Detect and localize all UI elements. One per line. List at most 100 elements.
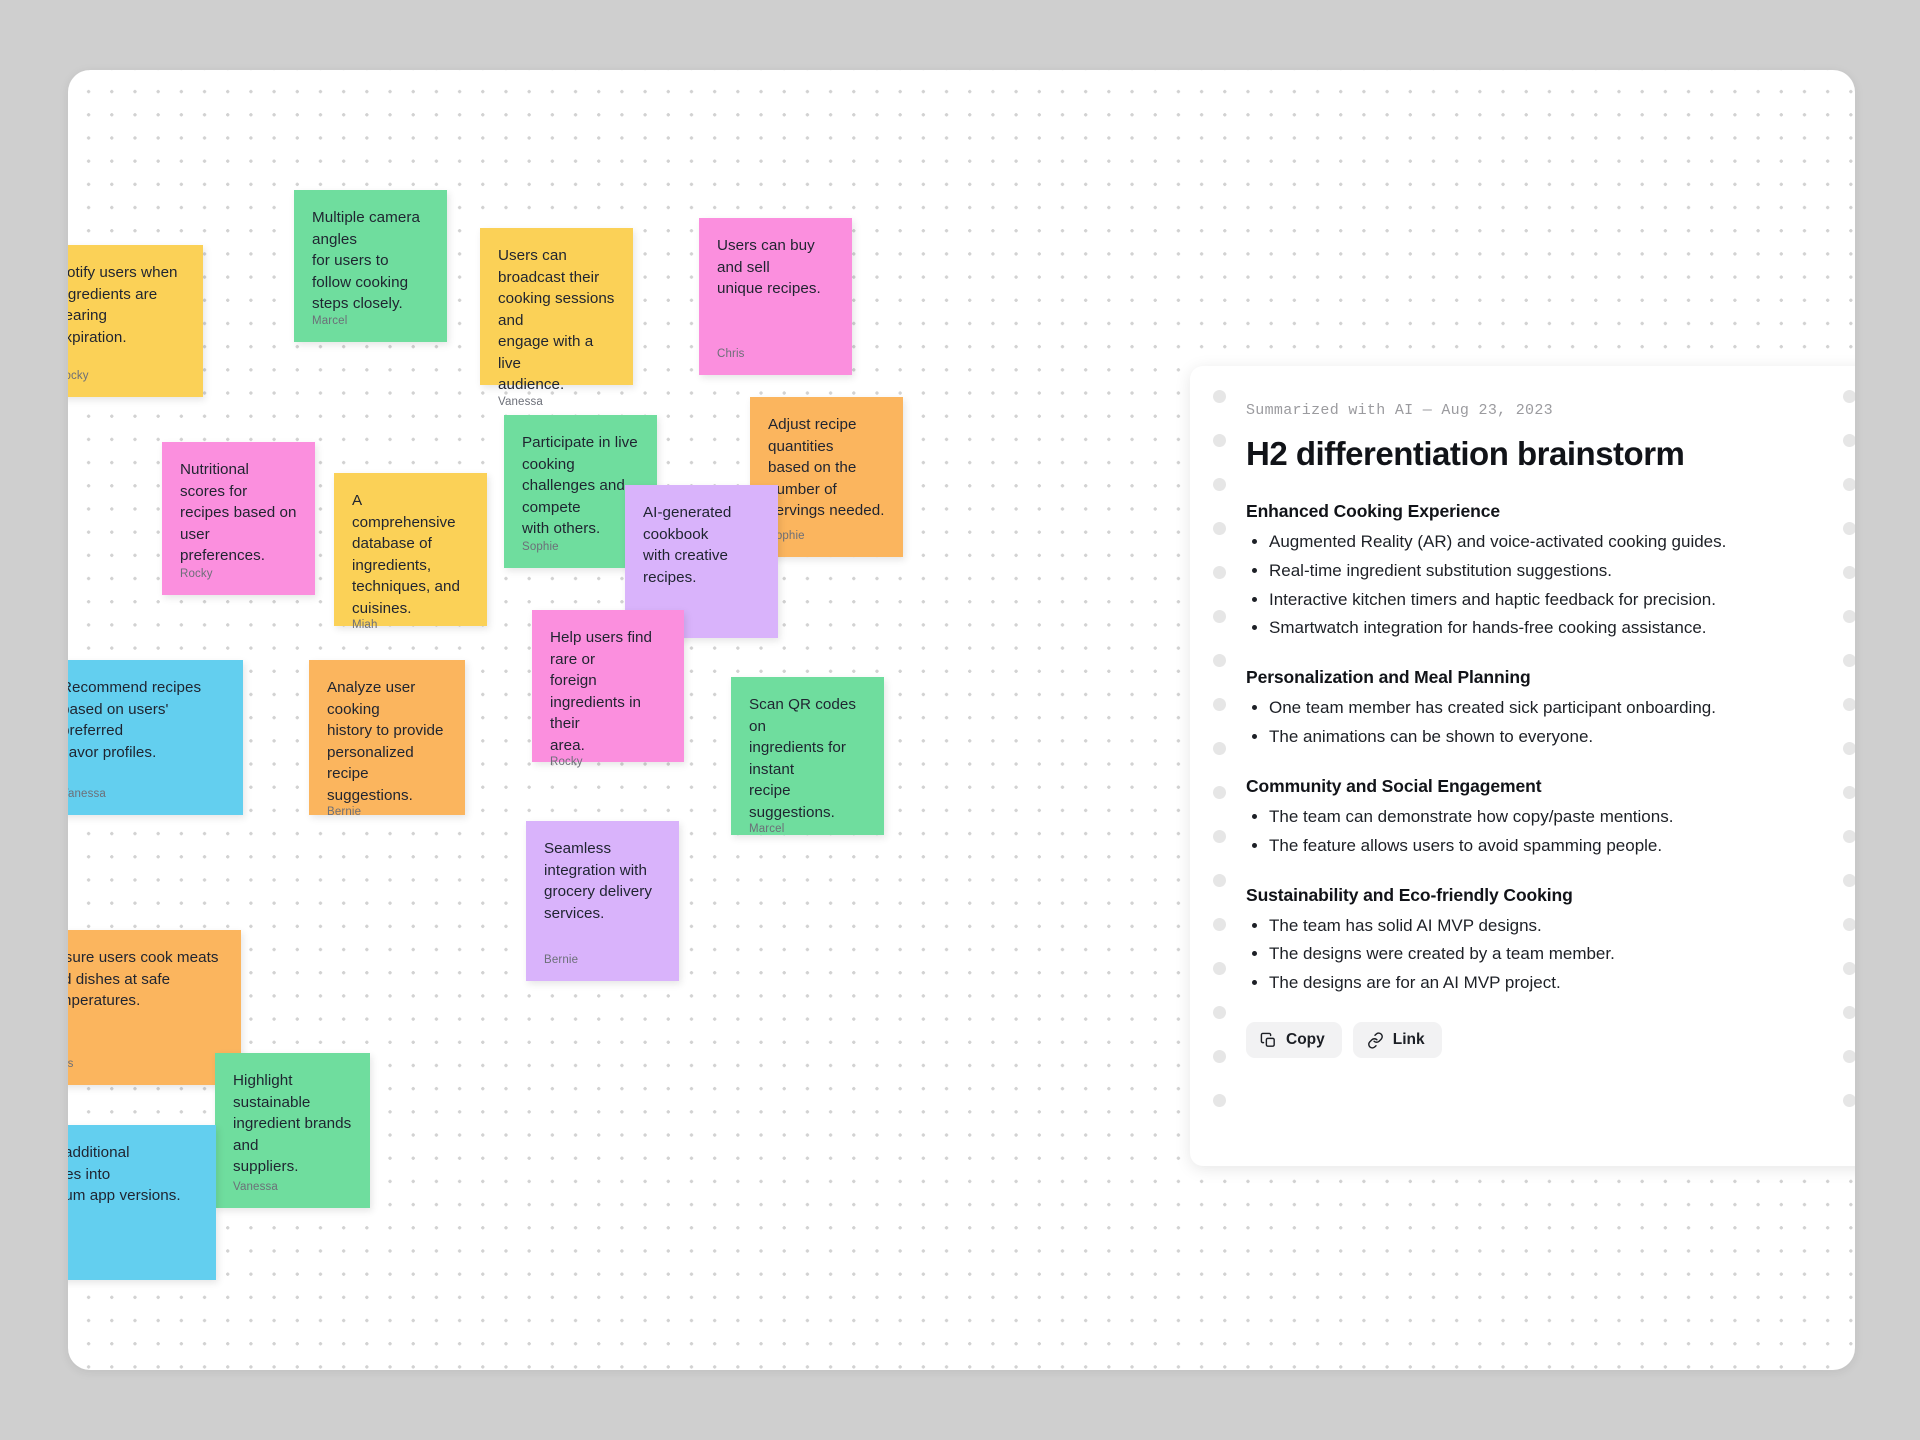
sticky-note-author: Vanessa <box>68 788 106 800</box>
punch-hole-icon <box>1842 654 1855 667</box>
punch-hole-icon <box>1842 478 1855 491</box>
panel-left-hole-column <box>1212 366 1226 1166</box>
summary-section-list: The team can demonstrate how copy/paste … <box>1246 804 1822 859</box>
sticky-note-text: Notify users when ingredients are nearin… <box>68 264 178 346</box>
copy-button[interactable]: Copy <box>1246 1022 1342 1059</box>
summary-list-item: One team member has created sick partici… <box>1269 695 1822 721</box>
panel-right-hole-column <box>1842 366 1855 1166</box>
summary-list-item: The designs were created by a team membe… <box>1269 941 1822 967</box>
summary-section-heading: Enhanced Cooking Experience <box>1246 501 1501 521</box>
sticky-note[interactable]: Notify users when ingredients are nearin… <box>68 245 203 397</box>
link-button[interactable]: Link <box>1352 1022 1442 1059</box>
sticky-note-text: Recommend recipes based on users' prefer… <box>68 679 202 761</box>
summary-list-item: The designs are for an AI MVP project. <box>1269 970 1822 996</box>
sticky-note-author <box>68 1265 198 1280</box>
sticky-note-text: Ensure users cook meats and dishes at sa… <box>68 949 219 1010</box>
punch-hole-icon <box>1842 918 1855 931</box>
sticky-note[interactable]: Highlight sustainable ingredient brands … <box>215 1053 370 1208</box>
summary-section-list: One team member has created sick partici… <box>1246 695 1822 750</box>
sticky-note-text: A comprehensive database of ingredients,… <box>352 492 460 617</box>
sticky-note[interactable]: Seamless integration with grocery delive… <box>526 821 679 981</box>
sticky-note[interactable]: Analyze user cooking history to provide … <box>309 660 465 818</box>
punch-hole-icon <box>1212 962 1226 975</box>
sticky-note-author: Miah <box>352 619 378 632</box>
action-button-label: Copy <box>1286 1031 1325 1049</box>
punch-hole-icon <box>1212 1006 1226 1019</box>
sticky-note[interactable]: Help users find rare or foreign ingredie… <box>532 610 684 768</box>
punch-hole-icon <box>1842 522 1855 535</box>
summary-list-item: The animations can be shown to everyone. <box>1269 724 1822 750</box>
sticky-note-text: Users can broadcast their cooking sessio… <box>498 247 615 394</box>
sticky-note-text: Offer additional features into premium a… <box>68 1144 181 1205</box>
summary-list-item: Interactive kitchen timers and haptic fe… <box>1269 587 1822 613</box>
sticky-note-text: Adjust recipe quantities based on the nu… <box>768 416 885 520</box>
sticky-note-author: Chris <box>717 348 745 360</box>
summary-section-heading: Personalization and Meal Planning <box>1246 667 1531 688</box>
punch-hole-icon <box>1212 786 1226 799</box>
sticky-note-author: Bernie <box>544 954 579 966</box>
summary-section-list: The team has solid AI MVP designs.The de… <box>1246 913 1822 996</box>
sticky-note-author: Bernie <box>327 806 362 819</box>
sticky-note[interactable]: Users can buy and sell unique recipes. Ch… <box>699 218 852 375</box>
sticky-note-author: Rocky <box>180 568 213 580</box>
sticky-note-text: Help users find rare or foreign ingredie… <box>550 629 653 754</box>
summary-title: H2 differentiation brainstorm <box>1246 435 1685 472</box>
sticky-note-text: Analyze user cooking history to provide … <box>327 679 444 804</box>
summary-section-heading: Sustainability and Eco-friendly Cooking <box>1246 884 1573 905</box>
punch-hole-icon <box>1842 962 1855 975</box>
whiteboard-canvas[interactable]: Notify users when ingredients are nearin… <box>68 70 1855 1370</box>
punch-hole-icon <box>1212 918 1226 931</box>
sticky-note-text: Nutritional scores for recipes based on … <box>180 461 297 565</box>
punch-hole-icon <box>1842 390 1855 403</box>
sticky-note[interactable]: Nutritional scores for recipes based on … <box>162 442 315 595</box>
sticky-note-author: Rocky <box>550 756 583 769</box>
summary-section-list: Augmented Reality (AR) and voice-activat… <box>1246 529 1822 641</box>
punch-hole-icon <box>1212 434 1226 447</box>
punch-hole-icon <box>1212 390 1226 403</box>
sticky-note[interactable]: A comprehensive database of ingredients,… <box>334 473 487 631</box>
punch-hole-icon <box>1842 874 1855 887</box>
link-icon <box>1367 1031 1384 1049</box>
sticky-note-author: Sophie <box>522 541 559 553</box>
sticky-note-author: Marcel <box>749 823 785 836</box>
summary-actions: Copy Link <box>1246 1022 1822 1059</box>
sticky-note-text: Highlight sustainable ingredient brands … <box>233 1072 352 1176</box>
sticky-note-author: Sophie <box>768 530 805 542</box>
summary-list-item: The team has solid AI MVP designs. <box>1269 913 1822 939</box>
summary-section-heading: Community and Social Engagement <box>1246 775 1542 796</box>
punch-hole-icon <box>1212 1094 1226 1107</box>
sticky-note-text: Multiple camera angles for users to foll… <box>312 209 420 313</box>
sticky-note[interactable]: Offer additional features into premium a… <box>68 1125 216 1280</box>
punch-hole-icon <box>1842 698 1855 711</box>
punch-hole-icon <box>1212 874 1226 887</box>
punch-hole-icon <box>1212 698 1226 711</box>
punch-hole-icon <box>1212 566 1226 579</box>
punch-hole-icon <box>1842 434 1855 447</box>
punch-hole-icon <box>1842 1094 1855 1107</box>
punch-hole-icon <box>1842 1006 1855 1019</box>
punch-hole-icon <box>1212 1050 1226 1063</box>
punch-hole-icon <box>1842 610 1855 623</box>
sticky-note-author: Chris <box>68 1058 74 1070</box>
sticky-note[interactable]: Multiple camera angles for users to foll… <box>294 190 447 342</box>
ai-summary-panel[interactable]: Summarized with AI — Aug 23, 2023 H2 dif… <box>1190 366 1855 1166</box>
punch-hole-icon <box>1212 478 1226 491</box>
copy-icon <box>1260 1032 1277 1049</box>
punch-hole-icon <box>1212 610 1226 623</box>
summary-list-item: Smartwatch integration for hands-free co… <box>1269 615 1822 641</box>
punch-hole-icon <box>1212 654 1226 667</box>
sticky-note[interactable]: Scan QR codes on ingredients for instant… <box>731 677 884 835</box>
action-button-label: Link <box>1392 1031 1425 1049</box>
punch-hole-icon <box>1842 566 1855 579</box>
punch-hole-icon <box>1842 742 1855 755</box>
punch-hole-icon <box>1212 830 1226 843</box>
summary-sections: Enhanced Cooking Experience Augmented Rea… <box>1246 501 1822 996</box>
sticky-note[interactable]: Recommend recipes based on users' prefer… <box>68 660 243 815</box>
summary-panel-body: Summarized with AI — Aug 23, 2023 H2 dif… <box>1246 366 1822 1166</box>
sticky-note[interactable]: Users can broadcast their cooking sessio… <box>480 228 633 408</box>
sticky-note-text: Participate in live cooking challenges a… <box>522 434 638 538</box>
summary-list-item: Real-time ingredient substitution sugges… <box>1269 558 1822 584</box>
summary-list-item: Augmented Reality (AR) and voice-activat… <box>1269 529 1822 555</box>
sticky-note-text: Users can buy and sell unique recipes. <box>717 237 821 298</box>
punch-hole-icon <box>1842 830 1855 843</box>
